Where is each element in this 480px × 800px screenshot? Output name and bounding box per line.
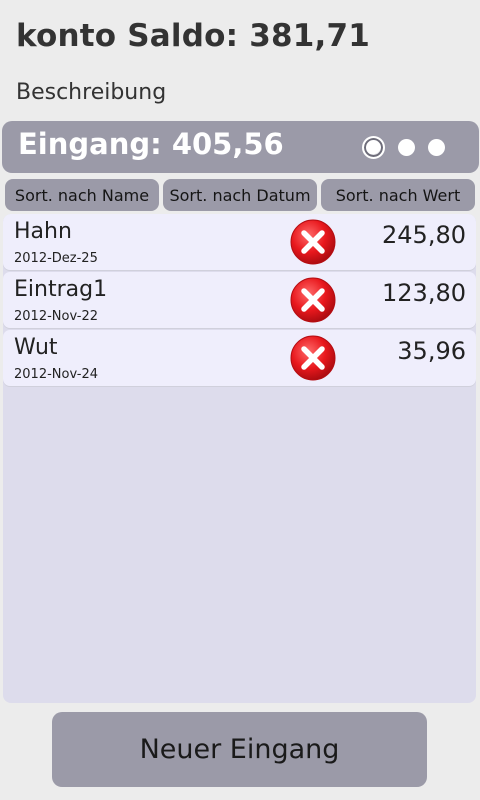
account-balance-title: konto Saldo: 381,71: [16, 18, 371, 54]
list-item[interactable]: Hahn 2012-Dez-25 245,80: [3, 214, 476, 270]
page-dot[interactable]: [398, 138, 415, 156]
entry-value: 123,80: [382, 279, 466, 307]
delete-x-icon: [290, 335, 336, 381]
entry-date: 2012-Nov-24: [14, 367, 99, 382]
income-header-bar: Eingang: 405,56: [2, 121, 479, 173]
entry-date: 2012-Dez-25: [14, 251, 98, 266]
entry-name: Eintrag1: [14, 277, 108, 302]
sort-toolbar: Sort. nach Name Sort. nach Datum Sort. n…: [5, 179, 475, 211]
entry-list: Hahn 2012-Dez-25 245,80 Eintrag1 2012-No…: [3, 214, 476, 703]
list-item[interactable]: Eintrag1 2012-Nov-22 123,80: [3, 272, 476, 328]
delete-x-icon: [290, 219, 336, 265]
sort-by-value-button[interactable]: Sort. nach Wert: [321, 179, 475, 211]
new-entry-button[interactable]: Neuer Eingang: [52, 712, 427, 787]
description-label: Beschreibung: [16, 80, 167, 105]
delete-button[interactable]: [290, 277, 336, 323]
income-total-title: Eingang: 405,56: [18, 127, 284, 161]
entry-date: 2012-Nov-22: [14, 309, 99, 324]
sort-by-name-button[interactable]: Sort. nach Name: [5, 179, 159, 211]
entry-name: Wut: [14, 335, 58, 360]
page-dot-active[interactable]: [362, 135, 385, 159]
list-item[interactable]: Wut 2012-Nov-24 35,96: [3, 330, 476, 386]
entry-value: 245,80: [382, 221, 466, 249]
page-dot[interactable]: [428, 138, 445, 156]
delete-button[interactable]: [290, 335, 336, 381]
sort-by-date-button[interactable]: Sort. nach Datum: [163, 179, 317, 211]
entry-name: Hahn: [14, 219, 72, 244]
delete-button[interactable]: [290, 219, 336, 265]
delete-x-icon: [290, 277, 336, 323]
entry-value: 35,96: [397, 337, 466, 365]
page-indicator[interactable]: [362, 135, 445, 159]
